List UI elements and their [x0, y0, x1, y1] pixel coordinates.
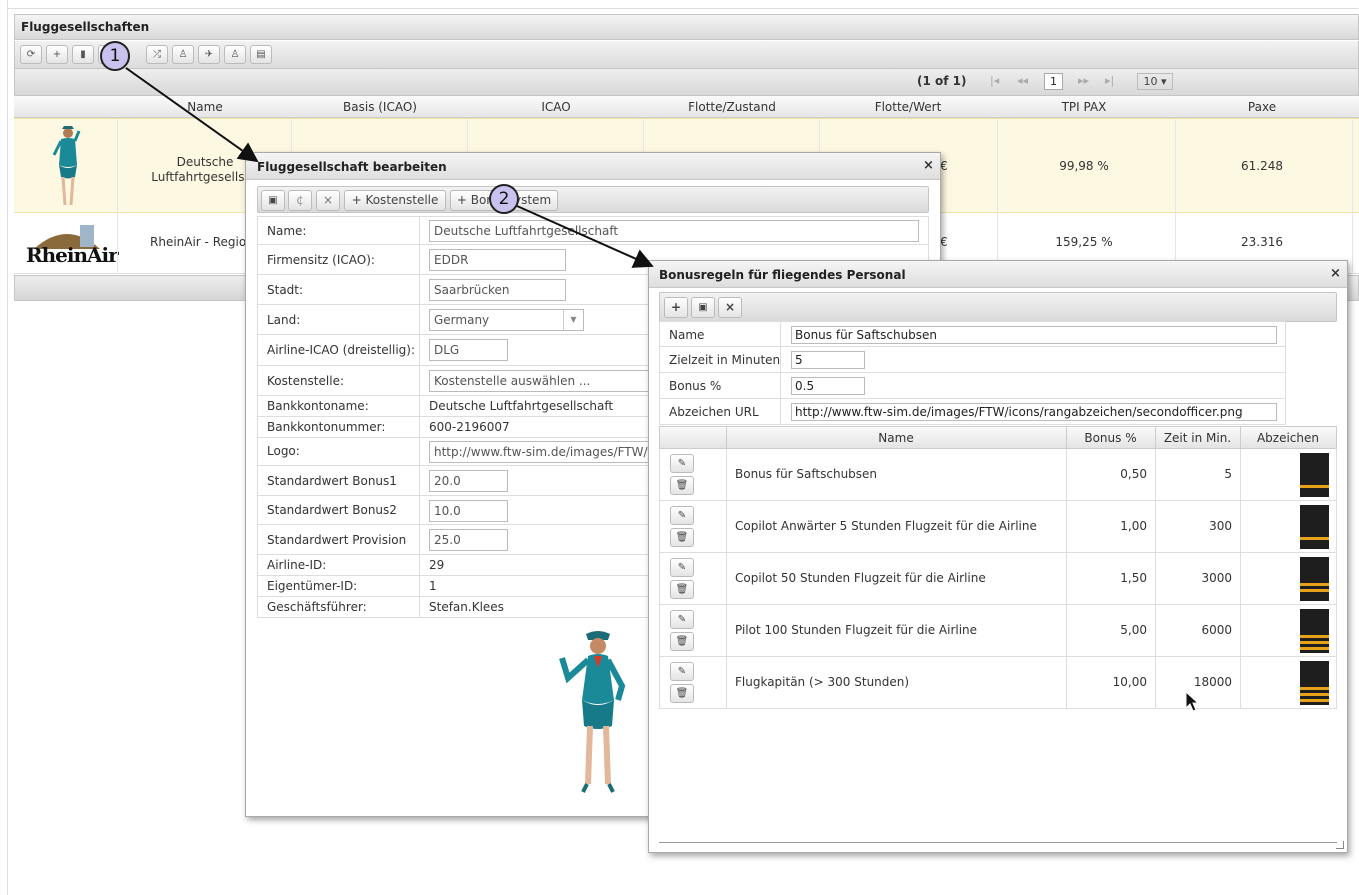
annotation-arrow-1 [125, 67, 259, 163]
stage: Fluggesellschaften ⟳ + ▮ ✎ ⤮ ♙ ✈ ♙ ▤ (1 … [0, 0, 1359, 895]
annotation-marker-2: 2 [489, 184, 519, 214]
annotation-marker-1: 1 [100, 41, 130, 71]
annotation-arrows [125, 67, 654, 268]
mouse-cursor-icon [1185, 691, 1199, 712]
annotation-arrow-2 [516, 205, 654, 268]
